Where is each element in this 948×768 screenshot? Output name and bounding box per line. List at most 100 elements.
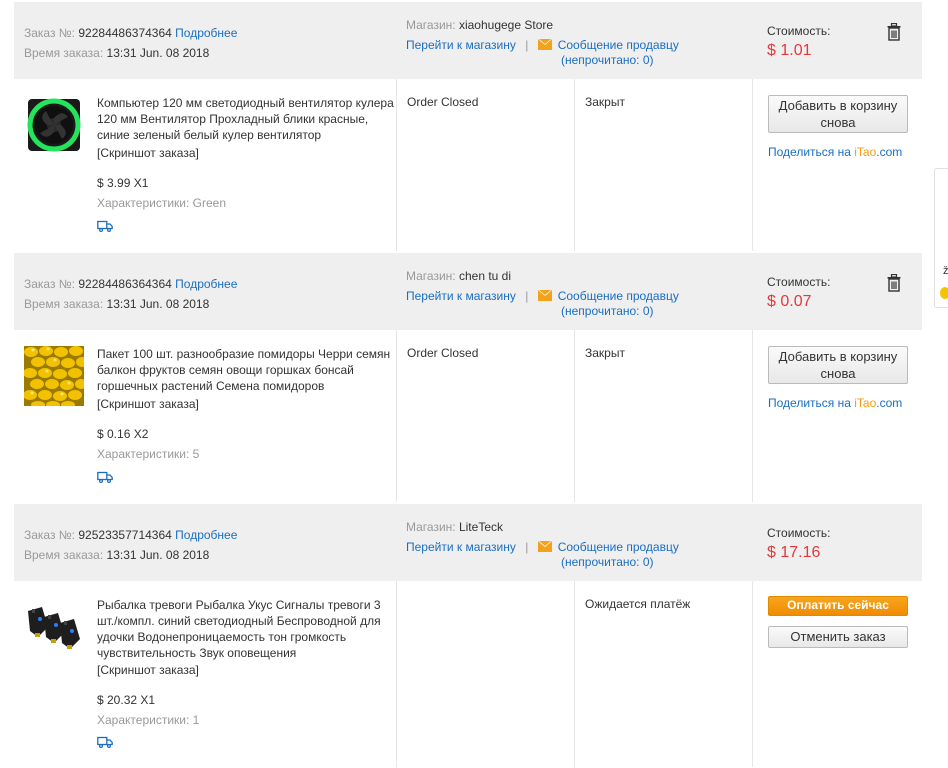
order-details-link[interactable]: Подробнее bbox=[175, 277, 237, 291]
product-thumbnail-fishing-alarms[interactable] bbox=[24, 597, 84, 657]
store-name: xiaohugege Store bbox=[458, 18, 554, 32]
order-status-en: Order Closed bbox=[407, 346, 479, 360]
go-to-store-link[interactable]: Перейти к магазину bbox=[406, 289, 516, 303]
order-time-line: Время заказа: 13:31 Jun. 08 2018 bbox=[24, 297, 209, 311]
side-tab-icon bbox=[940, 287, 948, 299]
order-snapshot-link[interactable]: [Скриншот заказа] bbox=[97, 663, 199, 677]
order-number-line: Заказ №: 92284486364364 Подробнее bbox=[24, 277, 237, 291]
order-time-label: Время заказа: bbox=[24, 548, 104, 562]
order-item: Рыбалка тревоги Рыбалка Укус Сигналы тре… bbox=[14, 581, 922, 767]
order-cost: $ 1.01 bbox=[767, 42, 812, 59]
order-time-label: Время заказа: bbox=[24, 46, 104, 60]
order-time: 13:31 Jun. 08 2018 bbox=[106, 548, 210, 562]
store-line: Магазин: xiaohugege Store bbox=[406, 18, 553, 32]
order-status: Закрыт bbox=[585, 346, 625, 360]
store-label: Магазин: bbox=[406, 18, 456, 32]
go-to-store-link[interactable]: Перейти к магазину bbox=[406, 38, 516, 52]
order-details-link[interactable]: Подробнее bbox=[175, 528, 237, 542]
order-time: 13:31 Jun. 08 2018 bbox=[106, 46, 210, 60]
order-cost: $ 17.16 bbox=[767, 544, 821, 561]
characteristics-label: Характеристики: bbox=[97, 196, 190, 210]
price-quantity: $ 20.32 X1 bbox=[97, 693, 156, 707]
characteristics: Характеристики: 1 bbox=[97, 713, 199, 727]
store-actions: Перейти к магазину | Сообщение продавцу bbox=[406, 38, 679, 52]
order-time-line: Время заказа: 13:31 Jun. 08 2018 bbox=[24, 46, 209, 60]
characteristics-value: Green bbox=[192, 196, 227, 210]
pay-now-button[interactable]: Оплатить сейчас bbox=[768, 596, 908, 616]
order-header: Заказ №: 92284486374364 Подробнее Время … bbox=[14, 0, 922, 79]
cost-label: Стоимость: bbox=[767, 526, 831, 540]
product-title-link[interactable]: Компьютер 120 мм светодиодный вентилятор… bbox=[97, 95, 397, 143]
product-title-link[interactable]: Рыбалка тревоги Рыбалка Укус Сигналы тре… bbox=[97, 597, 397, 661]
message-seller-link[interactable]: Сообщение продавцу bbox=[558, 540, 679, 554]
unread-count-link[interactable]: (непрочитано: 0) bbox=[561, 53, 654, 67]
characteristics-value: 5 bbox=[192, 447, 200, 461]
separator: | bbox=[525, 38, 529, 52]
side-feedback-tab[interactable]: ž bbox=[934, 168, 948, 308]
order-number: 92523357714364 bbox=[78, 528, 172, 542]
store-line: Магазин: chen tu di bbox=[406, 269, 511, 283]
product-thumbnail-tomatoes[interactable] bbox=[24, 346, 84, 406]
order-cost: $ 0.07 bbox=[767, 293, 812, 310]
store-actions: Перейти к магазину | Сообщение продавцу bbox=[406, 540, 679, 554]
orders-list: Заказ №: 92284486374364 Подробнее Время … bbox=[14, 0, 922, 767]
order-number: 92284486374364 bbox=[78, 26, 172, 40]
add-to-cart-again-button[interactable]: Добавить в корзину снова bbox=[768, 95, 908, 133]
mail-icon bbox=[537, 541, 552, 552]
cost-label: Стоимость: bbox=[767, 275, 831, 289]
share-itao-link[interactable]: Поделиться на iTao.com bbox=[768, 396, 902, 410]
order-header: Заказ №: 92284486364364 Подробнее Время … bbox=[14, 251, 922, 330]
order-number-line: Заказ №: 92284486374364 Подробнее bbox=[24, 26, 237, 40]
cancel-order-button[interactable]: Отменить заказ bbox=[768, 626, 908, 648]
order-status: Ожидается платёж bbox=[585, 597, 691, 611]
trash-icon[interactable] bbox=[887, 23, 901, 41]
store-line: Магазин: LiteTeck bbox=[406, 520, 503, 534]
go-to-store-link[interactable]: Перейти к магазину bbox=[406, 540, 516, 554]
price-quantity: $ 3.99 X1 bbox=[97, 176, 149, 190]
unread-count-link[interactable]: (непрочитано: 0) bbox=[561, 304, 654, 318]
store-label: Магазин: bbox=[406, 269, 456, 283]
characteristics-label: Характеристики: bbox=[97, 447, 190, 461]
unread-count-link[interactable]: (непрочитано: 0) bbox=[561, 555, 654, 569]
mail-icon bbox=[537, 39, 552, 50]
order-status-en: Order Closed bbox=[407, 95, 479, 109]
order-item: Компьютер 120 мм светодиодный вентилятор… bbox=[14, 79, 922, 251]
order-header: Заказ №: 92523357714364 Подробнее Время … bbox=[14, 502, 922, 581]
share-itao-link[interactable]: Поделиться на iTao.com bbox=[768, 145, 902, 159]
order-number-label: Заказ №: bbox=[24, 528, 76, 542]
separator: | bbox=[525, 289, 529, 303]
characteristics: Характеристики: 5 bbox=[97, 447, 199, 461]
order-item: Пакет 100 шт. разнообразие помидоры Черр… bbox=[14, 330, 922, 502]
store-actions: Перейти к магазину | Сообщение продавцу bbox=[406, 289, 679, 303]
characteristics-label: Характеристики: bbox=[97, 713, 190, 727]
order-time: 13:31 Jun. 08 2018 bbox=[106, 297, 210, 311]
side-tab-label: ž bbox=[943, 265, 948, 277]
shipping-truck-icon[interactable] bbox=[97, 736, 113, 748]
order-time-line: Время заказа: 13:31 Jun. 08 2018 bbox=[24, 548, 209, 562]
characteristics: Характеристики: Green bbox=[97, 196, 226, 210]
order-number-label: Заказ №: bbox=[24, 26, 76, 40]
shipping-truck-icon[interactable] bbox=[97, 471, 113, 483]
order-number: 92284486364364 bbox=[78, 277, 172, 291]
trash-icon[interactable] bbox=[887, 274, 901, 292]
store-label: Магазин: bbox=[406, 520, 456, 534]
shipping-truck-icon[interactable] bbox=[97, 220, 113, 232]
message-seller-link[interactable]: Сообщение продавцу bbox=[558, 38, 679, 52]
order-time-label: Время заказа: bbox=[24, 297, 104, 311]
cost-label: Стоимость: bbox=[767, 24, 831, 38]
order-number-line: Заказ №: 92523357714364 Подробнее bbox=[24, 528, 237, 542]
add-to-cart-again-button[interactable]: Добавить в корзину снова bbox=[768, 346, 908, 384]
product-thumbnail-fan[interactable] bbox=[24, 95, 84, 155]
mail-icon bbox=[537, 290, 552, 301]
characteristics-value: 1 bbox=[192, 713, 200, 727]
product-title-link[interactable]: Пакет 100 шт. разнообразие помидоры Черр… bbox=[97, 346, 397, 394]
price-quantity: $ 0.16 X2 bbox=[97, 427, 149, 441]
message-seller-link[interactable]: Сообщение продавцу bbox=[558, 289, 679, 303]
store-name: LiteTeck bbox=[458, 520, 503, 534]
order-details-link[interactable]: Подробнее bbox=[175, 26, 237, 40]
order-status: Закрыт bbox=[585, 95, 625, 109]
order-snapshot-link[interactable]: [Скриншот заказа] bbox=[97, 397, 199, 411]
separator: | bbox=[525, 540, 529, 554]
order-snapshot-link[interactable]: [Скриншот заказа] bbox=[97, 146, 199, 160]
store-name: chen tu di bbox=[458, 269, 512, 283]
